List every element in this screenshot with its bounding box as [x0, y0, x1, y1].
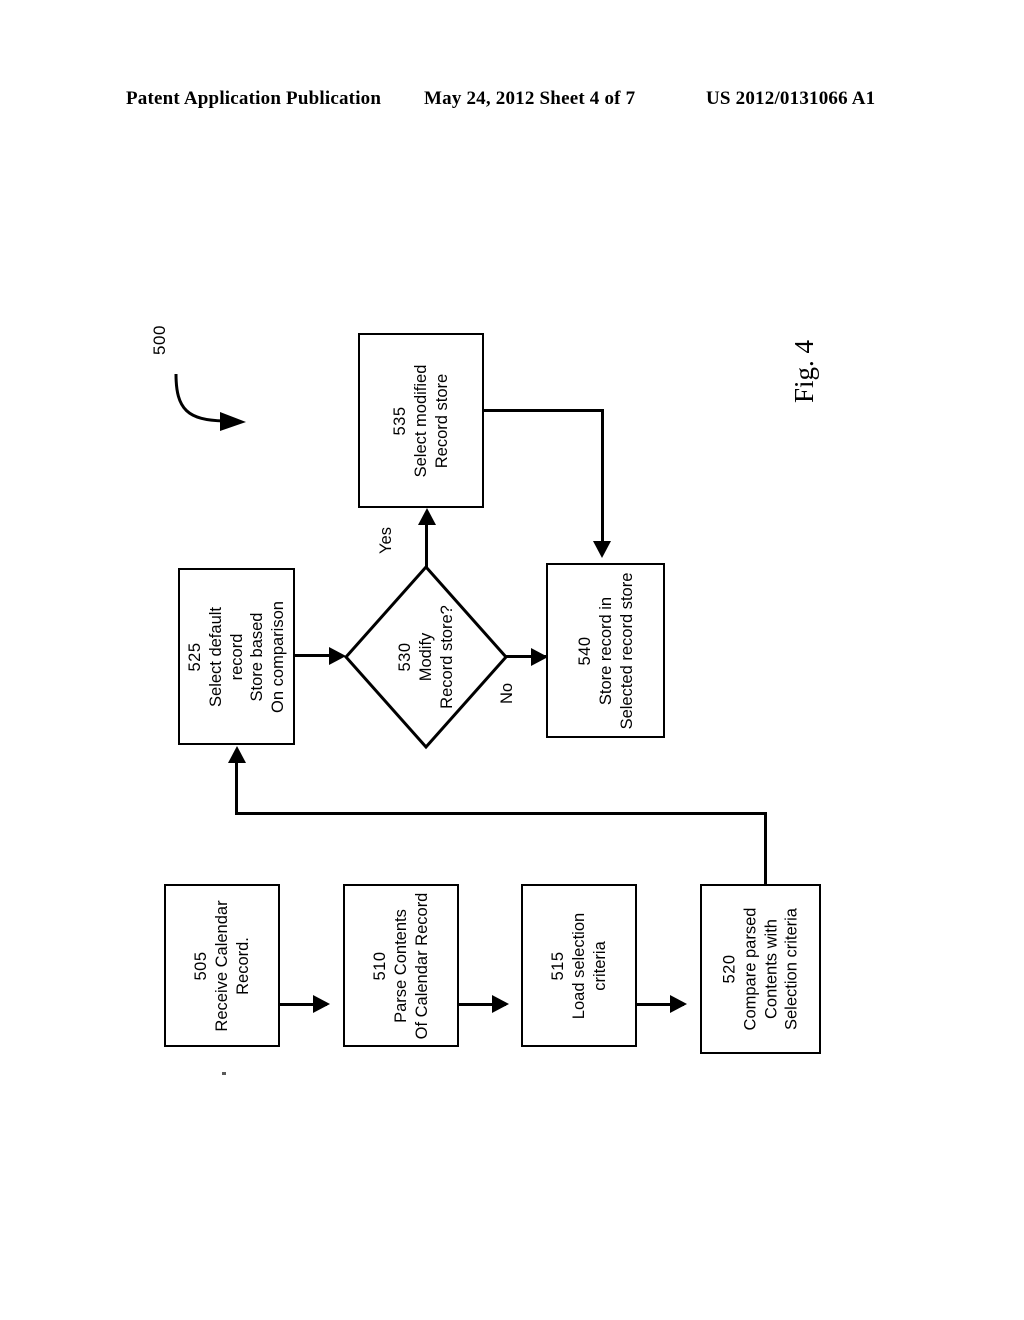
figure-reference-numeral: 500 — [149, 325, 169, 355]
flow-node-520-ref: 520 — [719, 954, 738, 984]
flow-node-510: 510 Parse Contents Of Calendar Record — [343, 884, 459, 1047]
lead-line-500 — [174, 373, 246, 431]
edge-530-to-535-line — [425, 525, 428, 569]
flow-node-540: 540 Store record in Selected record stor… — [546, 563, 665, 738]
edge-530-to-535-arrowhead — [418, 508, 436, 525]
flow-node-515-line-2: criteria — [590, 940, 609, 991]
flow-node-530-line-2: Record store? — [437, 605, 456, 709]
flow-node-515-text: 515 Load selection criteria — [548, 912, 610, 1018]
edge-515-to-520-arrowhead — [670, 995, 687, 1013]
edge-535-to-540-vertical — [601, 409, 604, 541]
edge-label-no: No — [498, 682, 517, 705]
flow-node-505-line-1: Receive Calendar — [212, 899, 231, 1032]
flow-node-520-line-2: Contents with — [761, 919, 780, 1019]
flow-node-510-line-1: Parse Contents — [391, 908, 410, 1023]
figure-caption: Fig. 4 — [789, 339, 820, 404]
flow-node-525: 525 Select default record Store based On… — [178, 568, 295, 745]
flow-node-530-ref: 530 — [395, 642, 414, 672]
edge-535-to-540-arrowhead — [593, 541, 611, 558]
flow-node-515-ref: 515 — [548, 950, 567, 981]
flow-node-530-text: 530 Modify Record store? — [395, 605, 457, 709]
flow-node-535: 535 Select modified Record store — [358, 333, 484, 508]
patent-figure-page: Patent Application Publication May 24, 2… — [0, 0, 1024, 1320]
publication-number: US 2012/0131066 A1 — [706, 88, 876, 109]
flow-node-510-line-2: Of Calendar Record — [412, 892, 431, 1039]
flow-node-525-text: 525 Select default record Store based On… — [185, 601, 289, 713]
publication-type-label: Patent Application Publication — [126, 88, 382, 109]
flow-node-515: 515 Load selection criteria — [521, 884, 637, 1047]
flow-node-540-text: 540 Store record in Selected record stor… — [574, 572, 636, 729]
flow-node-525-line-1: Select default — [206, 606, 225, 707]
flow-node-535-text: 535 Select modified Record store — [390, 364, 452, 477]
flow-node-535-ref: 535 — [390, 405, 409, 436]
flow-node-520-line-3: Selection criteria — [782, 908, 801, 1030]
edge-520-to-525-arrowhead — [228, 746, 246, 763]
edge-520-to-525-vertical — [235, 763, 238, 814]
scan-artifact-speck — [222, 1072, 226, 1075]
flow-node-505: 505 Receive Calendar Record. — [164, 884, 280, 1047]
flow-node-505-text: 505 Receive Calendar Record. — [191, 900, 253, 1031]
flow-node-540-line-2: Selected record store — [616, 572, 635, 729]
flow-node-515-line-1: Load selection — [569, 912, 588, 1019]
flow-node-535-line-2: Record store — [432, 373, 451, 468]
flow-node-510-text: 510 Parse Contents Of Calendar Record — [370, 892, 432, 1039]
edge-535-to-540-horizontal — [484, 409, 604, 412]
flow-node-525-ref: 525 — [185, 641, 204, 672]
flow-node-525-line-3: Store based — [247, 612, 266, 701]
flow-node-520-text: 520 Compare parsed Contents with Selecti… — [719, 908, 802, 1031]
page-header: Patent Application Publication May 24, 2… — [0, 88, 1024, 114]
flow-node-525-line-4: On comparison — [268, 600, 287, 713]
publication-date-sheet: May 24, 2012 Sheet 4 of 7 — [424, 88, 636, 109]
flow-node-530: 530 Modify Record store? — [341, 562, 511, 752]
flow-node-530-line-1: Modify — [416, 632, 435, 682]
flow-node-525-line-2: record — [227, 633, 246, 680]
flow-node-505-line-2: Record. — [233, 936, 252, 995]
flow-node-505-ref: 505 — [191, 950, 210, 981]
flow-node-540-ref: 540 — [575, 635, 594, 666]
flow-node-535-line-1: Select modified — [411, 364, 430, 477]
flow-node-510-ref: 510 — [370, 950, 389, 981]
edge-label-yes: Yes — [376, 527, 395, 554]
flow-node-520-line-1: Compare parsed — [740, 907, 759, 1031]
flow-node-520: 520 Compare parsed Contents with Selecti… — [700, 884, 821, 1054]
edge-510-to-515-arrowhead — [492, 995, 509, 1013]
edge-505-to-510-arrowhead — [313, 995, 330, 1013]
edge-520-to-525-horizontal — [235, 812, 767, 815]
edge-520-to-525-riser — [764, 812, 767, 885]
flow-node-540-line-1: Store record in — [596, 596, 615, 705]
